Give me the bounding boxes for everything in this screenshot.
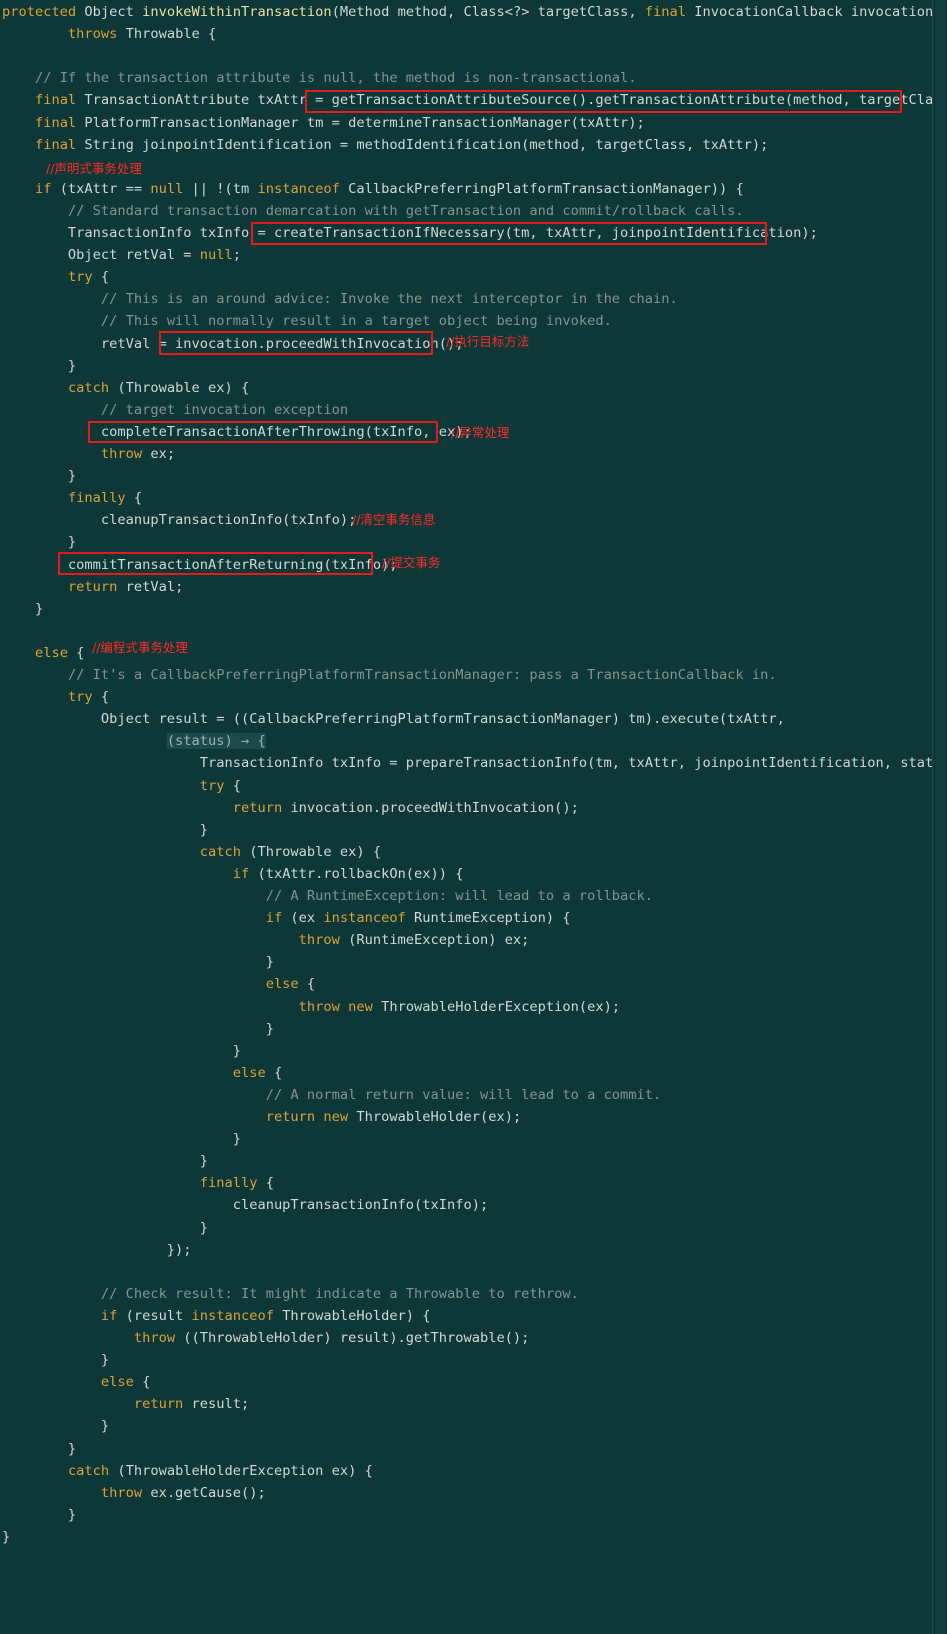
code-line[interactable]: } [2, 1415, 109, 1438]
code-line[interactable]: // If the transaction attribute is null,… [2, 67, 637, 90]
code-line[interactable]: commitTransactionAfterReturning(txInfo); [2, 554, 398, 577]
code-line[interactable]: try { [2, 775, 241, 798]
vertical-scrollbar[interactable] [932, 0, 947, 1634]
code-editor[interactable]: protected Object invokeWithinTransaction… [0, 0, 947, 1634]
code-line[interactable]: finally { [2, 1172, 274, 1195]
code-line[interactable]: // Standard transaction demarcation with… [2, 200, 744, 223]
scrollbar-thumb[interactable] [936, 0, 945, 1634]
code-line[interactable]: // target invocation exception [2, 399, 348, 422]
annotation-clear-tx-info: //清空事务信息 [352, 512, 436, 527]
annotation-programmatic: //编程式事务处理 [92, 640, 188, 655]
code-line[interactable]: // Check result: It might indicate a Thr… [2, 1283, 579, 1306]
code-line[interactable]: } [2, 1504, 76, 1527]
annotation-invoke-target: //执行目标方法 [446, 334, 530, 349]
code-line[interactable]: throws Throwable { [2, 23, 216, 46]
code-line[interactable]: final String joinpointIdentification = m… [2, 134, 768, 157]
code-line[interactable]: return result; [2, 1393, 249, 1416]
code-line[interactable]: protected Object invokeWithinTransaction… [2, 1, 941, 24]
annotation-exception-handling: //异常处理 [451, 425, 510, 440]
code-line[interactable]: } [2, 1150, 208, 1173]
code-line[interactable]: } [2, 1438, 76, 1461]
code-line[interactable]: catch (Throwable ex) { [2, 377, 249, 400]
code-line[interactable]: (status) → { [2, 730, 266, 753]
code-line[interactable]: if (txAttr == null || !(tm instanceof Ca… [2, 178, 744, 201]
code-line[interactable]: throw ex.getCause(); [2, 1482, 266, 1505]
code-line[interactable]: // A normal return value: will lead to a… [2, 1084, 662, 1107]
code-line[interactable]: // This is an around advice: Invoke the … [2, 288, 678, 311]
code-line[interactable]: return invocation.proceedWithInvocation(… [2, 797, 579, 820]
code-line[interactable]: finally { [2, 487, 142, 510]
code-line[interactable]: return retVal; [2, 576, 183, 599]
code-line[interactable]: } [2, 598, 43, 621]
code-line[interactable]: if (txAttr.rollbackOn(ex)) { [2, 863, 464, 886]
code-line[interactable]: throw (RuntimeException) ex; [2, 929, 530, 952]
code-line[interactable]: } [2, 1526, 10, 1549]
code-line[interactable]: } [2, 1349, 109, 1372]
code-line[interactable]: try { [2, 266, 109, 289]
code-line[interactable]: } [2, 1040, 241, 1063]
code-line[interactable]: } [2, 531, 76, 554]
code-line[interactable]: if (result instanceof ThrowableHolder) { [2, 1305, 431, 1328]
code-line[interactable]: TransactionInfo txInfo = prepareTransact… [2, 752, 947, 775]
code-line[interactable]: final TransactionAttribute txAttr = getT… [2, 89, 947, 112]
code-line[interactable]: try { [2, 686, 109, 709]
code-line[interactable]: throw new ThrowableHolderException(ex); [2, 996, 620, 1019]
code-line[interactable]: catch (ThrowableHolderException ex) { [2, 1460, 373, 1483]
code-line[interactable]: final PlatformTransactionManager tm = de… [2, 112, 645, 135]
code-line[interactable]: else { [2, 1371, 150, 1394]
code-line[interactable]: Object retVal = null; [2, 244, 241, 267]
code-line[interactable]: return new ThrowableHolder(ex); [2, 1106, 522, 1129]
code-line[interactable]: // It's a CallbackPreferringPlatformTran… [2, 664, 777, 687]
code-line[interactable]: completeTransactionAfterThrowing(txInfo,… [2, 421, 472, 444]
code-line[interactable]: else { [2, 1062, 282, 1085]
code-line[interactable]: } [2, 1217, 208, 1240]
annotation-declarative: //声明式事务处理 [46, 161, 142, 176]
code-line[interactable]: // This will normally result in a target… [2, 310, 612, 333]
code-line[interactable]: throw ex; [2, 443, 175, 466]
code-line[interactable]: } [2, 1018, 274, 1041]
code-line[interactable]: } [2, 355, 76, 378]
code-line[interactable]: } [2, 951, 274, 974]
annotation-commit-tx: //提交事务 [382, 555, 441, 570]
code-line[interactable]: }); [2, 1239, 192, 1262]
code-line[interactable]: // A RuntimeException: will lead to a ro… [2, 885, 653, 908]
code-line[interactable]: Object result = ((CallbackPreferringPlat… [2, 708, 785, 731]
code-line[interactable]: else { [2, 642, 84, 665]
code-line[interactable]: cleanupTransactionInfo(txInfo); [2, 509, 356, 532]
code-line[interactable]: else { [2, 973, 315, 996]
code-line[interactable]: retVal = invocation.proceedWithInvocatio… [2, 333, 464, 356]
code-line[interactable]: if (ex instanceof RuntimeException) { [2, 907, 571, 930]
code-line[interactable]: cleanupTransactionInfo(txInfo); [2, 1194, 488, 1217]
code-line[interactable]: } [2, 819, 208, 842]
code-line[interactable]: } [2, 1128, 241, 1151]
code-line[interactable]: } [2, 465, 76, 488]
code-line[interactable]: throw ((ThrowableHolder) result).getThro… [2, 1327, 530, 1350]
code-line[interactable]: catch (Throwable ex) { [2, 841, 381, 864]
code-line[interactable]: TransactionInfo txInfo = createTransacti… [2, 222, 818, 245]
